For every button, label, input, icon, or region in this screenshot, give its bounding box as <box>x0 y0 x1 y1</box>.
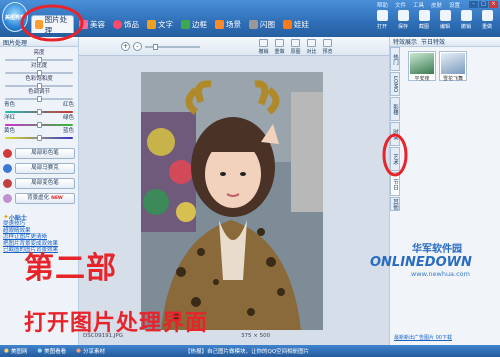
annotation-layer <box>20 4 408 177</box>
watermark: 华军软件园 ONLINEDOWN www.newhua.com <box>370 240 480 278</box>
annotation-circle-tab <box>20 4 84 42</box>
watermark-url: www.newhua.com <box>410 270 470 278</box>
watermark-cn: 华军软件园 <box>412 244 462 255</box>
annotation-step-title: 第二部 <box>24 251 117 286</box>
watermark-en: ONLINEDOWN <box>370 255 472 270</box>
annotation-step-desc: 打开图片处理界面 <box>24 311 209 336</box>
annotation-circle-festival <box>382 133 408 177</box>
